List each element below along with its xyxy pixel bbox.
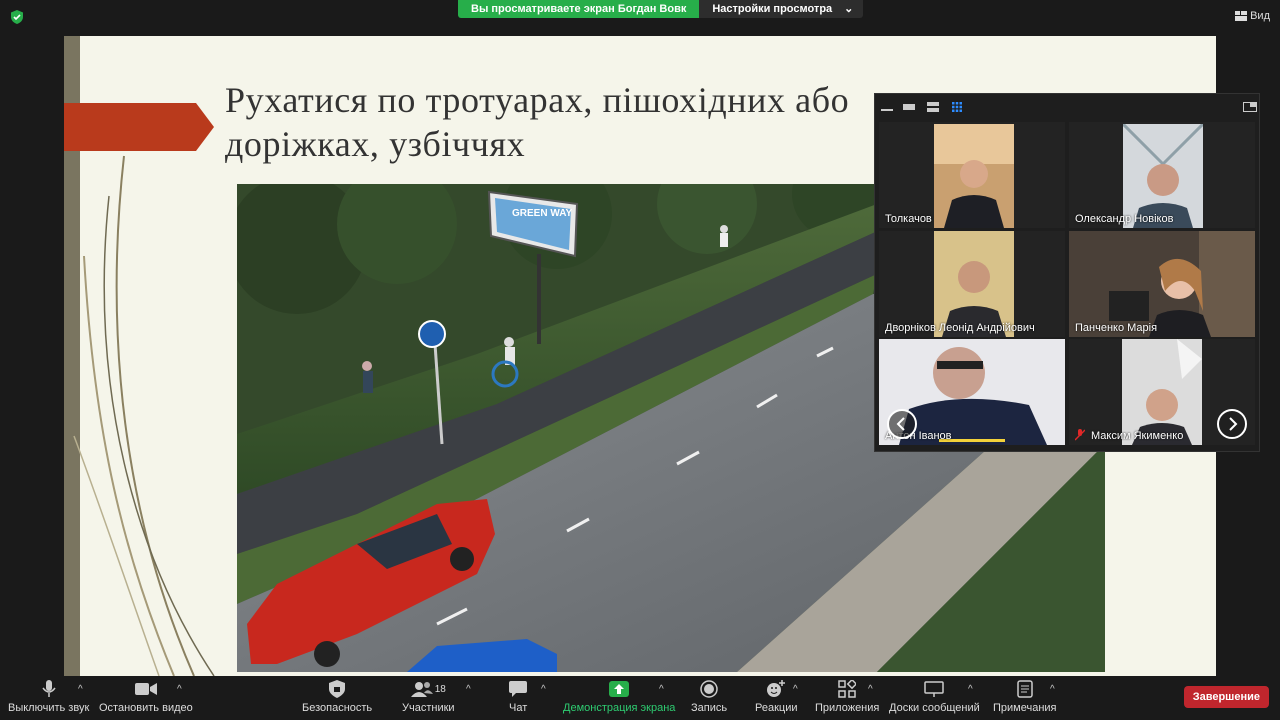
stop-video-button[interactable]: Остановить видео <box>99 676 193 720</box>
shield-icon <box>329 680 346 698</box>
next-page-button[interactable] <box>1217 409 1247 439</box>
participants-icon <box>410 682 433 697</box>
top-bar: Вы просматриваете экран Богдан Вовк Наст… <box>0 0 1280 36</box>
gallery-view-icon[interactable] <box>951 102 963 112</box>
apps-button[interactable]: Приложения <box>815 676 879 720</box>
muted-mic-icon <box>1075 429 1085 441</box>
billboard-text: GREEN WAY <box>512 208 573 219</box>
participants-button[interactable]: 18 Участники <box>402 676 455 720</box>
notes-button[interactable]: Примечания <box>993 676 1057 720</box>
whiteboard-options-caret[interactable]: ^ <box>968 684 973 695</box>
notes-icon <box>1017 680 1033 698</box>
slide-title-arrow <box>64 103 214 151</box>
exit-fullscreen-icon[interactable] <box>1243 102 1257 112</box>
single-video-icon[interactable] <box>903 102 915 112</box>
share-screen-label: Демонстрация экрана <box>563 702 676 714</box>
slide-title-line-2: доріжках, узбіччях <box>225 124 526 164</box>
chevron-down-icon: ⌄ <box>844 3 854 15</box>
shield-check-icon[interactable] <box>10 10 24 24</box>
microphone-icon <box>42 680 56 697</box>
participant-name: Максим Якименко <box>1091 430 1184 442</box>
speaker-view-icon[interactable] <box>927 102 939 112</box>
slide-title: Рухатися по тротуарах, пішохідних або до… <box>225 78 945 166</box>
video-tile[interactable]: Олександр Новіков <box>1069 122 1255 228</box>
video-options-caret[interactable]: ^ <box>177 684 182 695</box>
security-button[interactable]: Безопасность <box>302 676 372 720</box>
decorative-lines <box>73 155 215 676</box>
reactions-options-caret[interactable]: ^ <box>793 684 798 695</box>
participant-name: Олександр Новіков <box>1075 213 1174 225</box>
whiteboard-icon <box>924 681 945 697</box>
record-icon <box>700 680 718 698</box>
zoom-meeting-window: Вы просматриваете экран Богдан Вовк Наст… <box>0 0 1280 720</box>
view-button[interactable]: Вид <box>1235 10 1270 22</box>
screen-share-banner: Вы просматриваете экран Богдан Вовк Наст… <box>458 0 864 18</box>
notes-label: Примечания <box>993 702 1057 714</box>
end-meeting-button[interactable]: Завершение <box>1183 686 1269 708</box>
share-options-caret[interactable]: ^ <box>659 684 664 695</box>
participant-name: Толкачов <box>885 213 932 225</box>
notes-options-caret[interactable]: ^ <box>1050 684 1055 695</box>
chat-options-caret[interactable]: ^ <box>541 684 546 695</box>
whiteboard-label: Доски сообщений <box>889 702 980 714</box>
chat-icon <box>509 681 528 697</box>
view-options-label: Настройки просмотра <box>712 3 833 15</box>
whiteboard-button[interactable]: Доски сообщений <box>889 676 980 720</box>
video-gallery-panel[interactable]: Толкачов Олександр Новіков Дворніков Лео… <box>874 93 1260 452</box>
security-label: Безопасность <box>302 702 373 714</box>
participant-name: Панченко Марія <box>1075 322 1158 334</box>
participant-video <box>934 124 1014 228</box>
view-options-dropdown[interactable]: Настройки просмотра ⌄ <box>699 0 864 18</box>
mute-label: Выключить звук <box>8 702 90 714</box>
video-camera-icon <box>134 683 157 695</box>
gallery-toolbar <box>875 94 1261 120</box>
participants-count: 18 <box>434 683 446 695</box>
chat-button[interactable]: Чат <box>509 676 527 720</box>
participants-options-caret[interactable]: ^ <box>466 684 471 695</box>
chat-label: Чат <box>509 702 528 714</box>
audio-options-caret[interactable]: ^ <box>78 684 83 695</box>
minimize-icon[interactable] <box>881 102 893 112</box>
participant-name: Дворніков Леонід Андрійович <box>885 322 1035 334</box>
video-tile[interactable]: Дворніков Леонід Андрійович <box>879 231 1065 337</box>
mute-button[interactable]: Выключить звук <box>8 676 89 720</box>
participants-label: Участники <box>402 702 455 714</box>
grid-view-icon <box>1235 11 1248 21</box>
record-button[interactable]: Запись <box>691 676 727 720</box>
apps-options-caret[interactable]: ^ <box>868 684 873 695</box>
chevron-right-icon <box>1229 417 1238 431</box>
apps-icon <box>838 680 857 698</box>
share-screen-icon <box>609 681 630 697</box>
view-label: Вид <box>1250 10 1270 22</box>
slide-title-line-1: Рухатися по тротуарах, пішохідних або <box>225 80 850 120</box>
smiley-plus-icon <box>767 680 786 697</box>
meeting-toolbar: Выключить звук ^ Остановить видео ^ Безо… <box>0 676 1280 720</box>
reactions-button[interactable]: Реакции <box>755 676 798 720</box>
stop-video-label: Остановить видео <box>99 702 193 714</box>
previous-page-button[interactable] <box>887 409 917 439</box>
share-screen-button[interactable]: Демонстрация экрана <box>563 676 675 720</box>
chevron-left-icon <box>896 417 905 431</box>
video-tile[interactable]: Панченко Марія <box>1069 231 1255 337</box>
video-tile[interactable]: Толкачов <box>879 122 1065 228</box>
record-label: Запись <box>691 702 728 714</box>
apps-label: Приложения <box>815 702 880 714</box>
reactions-label: Реакции <box>755 702 798 714</box>
sharing-status-text: Вы просматриваете экран Богдан Вовк <box>458 0 700 18</box>
